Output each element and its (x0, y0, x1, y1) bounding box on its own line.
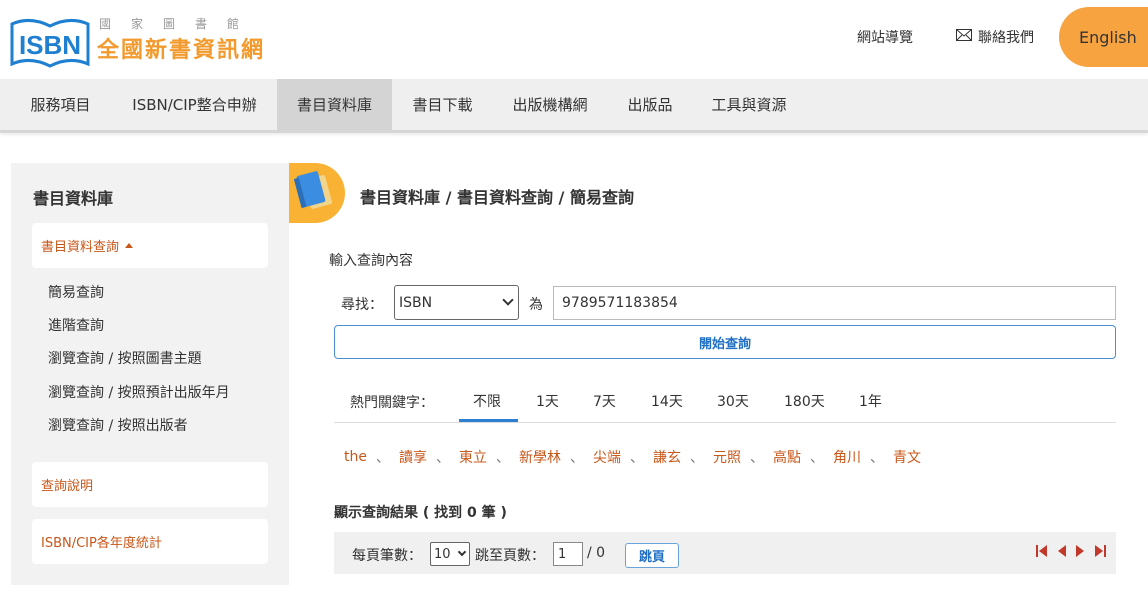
tab-7days[interactable]: 7天 (593, 391, 616, 411)
sitemap-link-label: 網站導覽 (857, 30, 913, 46)
envelope-icon (956, 29, 972, 45)
site-subtitle: 國家圖書館 (99, 17, 260, 31)
sidebar-item-browse-publisher[interactable]: 瀏覽查詢 / 按照出版者 (48, 415, 188, 435)
active-tab-indicator (459, 419, 518, 422)
pager-bar: 每頁筆數： 10 跳至頁數： 1 / 0 跳頁 (334, 532, 1116, 574)
sidebar-item-statistics[interactable]: ISBN/CIP各年度統計 (32, 519, 268, 564)
per-page-value: 10 (434, 546, 451, 562)
keyword-link[interactable]: 尖端 (593, 447, 621, 467)
sidebar-title: 書目資料庫 (33, 189, 114, 208)
keyword-link[interactable]: 東立 (459, 447, 487, 467)
sidebar-item-browse-subject[interactable]: 瀏覽查詢 / 按照圖書主題 (48, 348, 202, 368)
site-title[interactable]: 全國新書資訊網 (97, 32, 265, 64)
prev-page-icon[interactable] (1057, 544, 1066, 558)
nav-item-download[interactable]: 書目下載 (395, 79, 490, 130)
sitemap-link[interactable]: 網站導覽 (857, 27, 913, 47)
tabs-divider (334, 422, 1116, 423)
tab-all[interactable]: 不限 (473, 391, 501, 411)
breadcrumb: 書目資料庫 / 書目資料查詢 / 簡易查詢 (360, 188, 634, 207)
last-page-icon[interactable] (1095, 544, 1106, 558)
sidebar-item-browse-date[interactable]: 瀏覽查詢 / 按照預計出版年月 (48, 382, 230, 402)
logo-text: ISBN (19, 30, 81, 60)
main-nav: 服務項目 ISBN/CIP整合申辦 書目資料庫 書目下載 出版機構網 出版品 工… (0, 79, 1148, 133)
jump-label: 跳至頁數： (475, 548, 545, 564)
tab-1year[interactable]: 1年 (859, 391, 882, 411)
find-label: 尋找： (341, 297, 383, 313)
tab-14days[interactable]: 14天 (651, 391, 683, 411)
first-page-icon[interactable] (1036, 544, 1047, 558)
keyword-link[interactable]: 元照 (713, 447, 741, 467)
site-header: ISBN 國家圖書館 全國新書資訊網 網站導覽 聯絡我們 English (0, 0, 1148, 79)
keyword-link[interactable]: 青文 (893, 447, 921, 467)
nav-item-isbn-cip[interactable]: ISBN/CIP整合申辦 (112, 79, 277, 130)
sidebar-item-help[interactable]: 查詢說明 (32, 462, 268, 507)
is-label: 為 (529, 297, 543, 313)
nav-item-services[interactable]: 服務項目 (13, 79, 108, 130)
pagination-controls (1036, 544, 1106, 558)
nav-item-tools[interactable]: 工具與資源 (694, 79, 804, 130)
per-page-select[interactable]: 10 (430, 542, 470, 566)
contact-link-label: 聯絡我們 (978, 30, 1034, 46)
books-icon (289, 163, 345, 223)
jump-button[interactable]: 跳頁 (625, 543, 679, 568)
isbn-logo[interactable]: ISBN (10, 14, 90, 72)
query-section-label: 輸入查詢內容 (329, 253, 413, 269)
sidebar-item-simple-search[interactable]: 簡易查詢 (48, 282, 104, 302)
keyword-link[interactable]: 謙玄 (653, 447, 681, 467)
field-select-value: ISBN (399, 294, 433, 311)
caret-up-icon (125, 243, 134, 248)
sidebar: 書目資料庫 書目資料查詢 簡易查詢 進階查詢 瀏覽查詢 / 按照圖書主題 瀏覽查… (11, 163, 289, 585)
page-number-input[interactable]: 1 (553, 542, 583, 566)
sidebar-item-advanced-search[interactable]: 進階查詢 (48, 315, 104, 335)
keyword-link[interactable]: the (344, 449, 367, 465)
nav-item-publications[interactable]: 出版品 (610, 79, 690, 130)
chevron-down-icon (502, 294, 514, 306)
sidebar-group-label: 書目資料查詢 (41, 240, 120, 255)
page-total: / 0 (587, 545, 606, 561)
chevron-down-icon (457, 547, 467, 557)
tab-1day[interactable]: 1天 (536, 391, 559, 411)
field-select[interactable]: ISBN (394, 285, 519, 320)
result-title: 顯示查詢結果 ( 找到 0 筆 ) (334, 505, 507, 521)
keyword-link[interactable]: 角川 (833, 447, 861, 467)
keyword-link[interactable]: 讀享 (399, 447, 427, 467)
hot-keywords-label: 熱門關鍵字： (350, 395, 434, 411)
nav-item-bibliographic-db[interactable]: 書目資料庫 (277, 79, 392, 130)
search-button[interactable]: 開始查詢 (334, 325, 1116, 359)
keyword-link[interactable]: 高點 (773, 447, 801, 467)
nav-item-publishers[interactable]: 出版機構網 (495, 79, 605, 130)
per-page-label: 每頁筆數： (352, 548, 422, 564)
query-input[interactable]: 9789571183854 (553, 286, 1116, 320)
tab-30days[interactable]: 30天 (717, 391, 749, 411)
sidebar-group-query[interactable]: 書目資料查詢 (32, 223, 268, 268)
tab-180days[interactable]: 180天 (784, 391, 825, 411)
english-button[interactable]: English (1059, 7, 1148, 67)
keyword-list: the 、 讀享 、 東立 、 新學林 、 尖端 、 謙玄 、 元照 、 高點 … (344, 447, 921, 467)
keyword-link[interactable]: 新學林 (519, 447, 561, 467)
next-page-icon[interactable] (1076, 544, 1085, 558)
contact-link[interactable]: 聯絡我們 (956, 27, 1034, 47)
